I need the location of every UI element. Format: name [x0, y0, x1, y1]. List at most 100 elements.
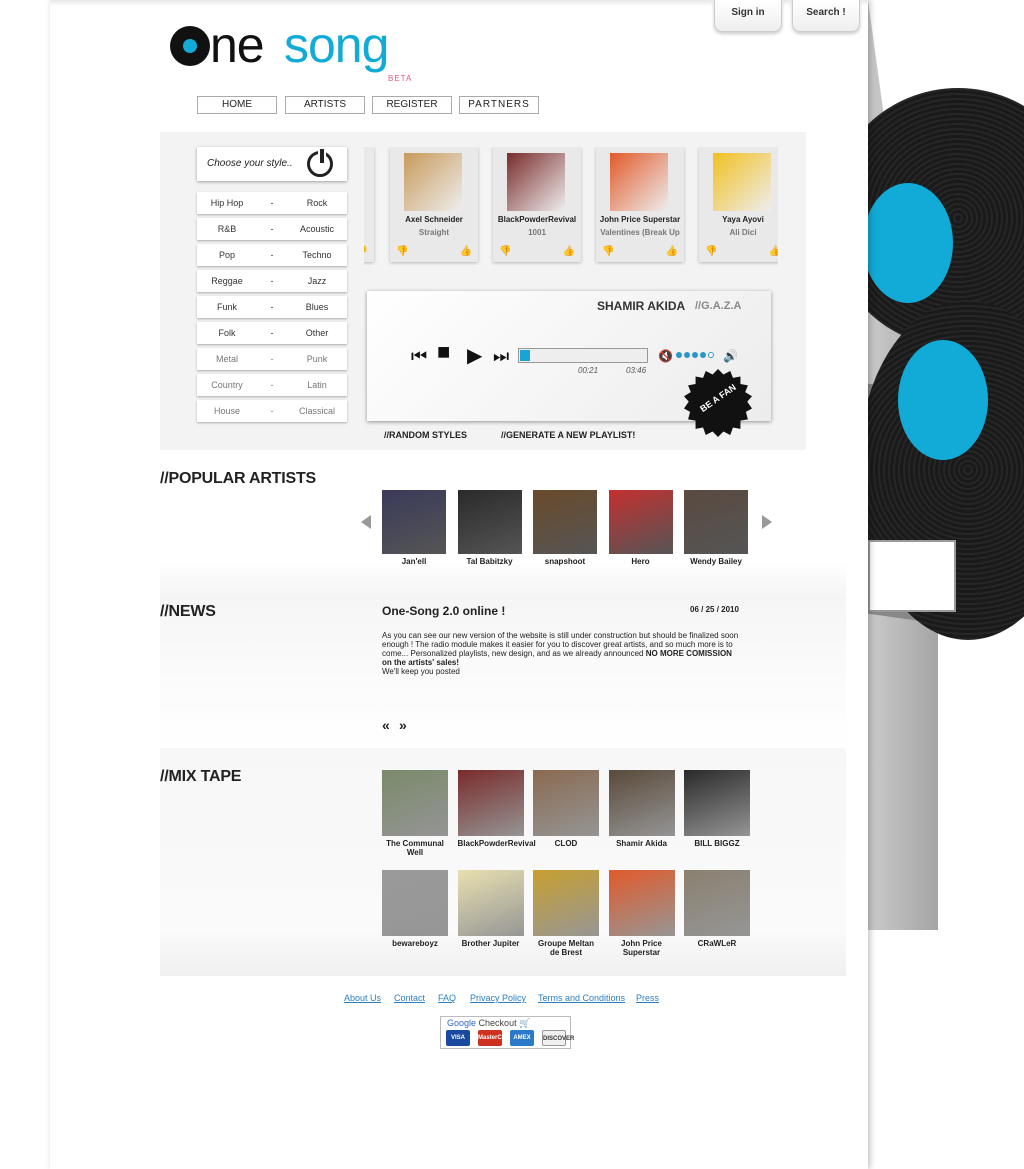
arrow-right-icon[interactable]: [762, 515, 772, 529]
progress-bar[interactable]: [518, 348, 648, 363]
popular-artist[interactable]: Hero: [608, 490, 673, 566]
volume-dot[interactable]: [684, 352, 690, 358]
thumb-down-icon[interactable]: 👎: [396, 246, 408, 257]
artist-photo[interactable]: [608, 490, 673, 554]
mixtape-artist-name[interactable]: BILL BIGGZ: [684, 839, 750, 848]
playlist-artist[interactable]: Axel Schneider: [390, 215, 478, 224]
artist-name[interactable]: Wendy Bailey: [684, 557, 748, 566]
mixtape-artist-name[interactable]: CRaWLeR: [684, 939, 750, 948]
style-option-right[interactable]: Classical: [287, 406, 347, 416]
mixtape-cover[interactable]: [684, 870, 750, 936]
album-cover-image[interactable]: [610, 153, 668, 211]
thumb-down-icon[interactable]: 👎: [705, 246, 717, 257]
playlist-artist[interactable]: BlackPowderRevival: [493, 215, 581, 224]
mixtape-item[interactable]: CRaWLeR: [684, 870, 750, 948]
thumb-down-icon[interactable]: 👎: [602, 246, 614, 257]
style-option-left[interactable]: Metal: [197, 354, 257, 364]
style-option-right[interactable]: Blues: [287, 302, 347, 312]
playlist-artist[interactable]: Yaya Ayovi: [699, 215, 778, 224]
thumb-up-icon[interactable]: 👍: [460, 246, 472, 257]
style-option-right[interactable]: Other: [287, 328, 347, 338]
next-icon[interactable]: ⏭: [493, 347, 509, 365]
power-icon[interactable]: [307, 149, 333, 177]
artist-photo[interactable]: [382, 490, 446, 554]
thumb-up-icon[interactable]: 👍: [666, 246, 678, 257]
news-next-button[interactable]: »: [399, 717, 407, 733]
google-checkout-badge[interactable]: Google Checkout 🛒 VISA MasterCard AMEX DISC…: [440, 1016, 574, 1049]
playlist-card[interactable]: BlackPowderRevival 1001 👎 👍: [493, 147, 581, 262]
mixtape-cover[interactable]: [533, 870, 599, 936]
album-cover-image[interactable]: [507, 153, 565, 211]
volume-dot[interactable]: [676, 352, 682, 358]
style-option-left[interactable]: Hip Hop: [197, 198, 257, 208]
style-option-right[interactable]: Latin: [287, 380, 347, 390]
artist-name[interactable]: Jan'ell: [382, 557, 446, 566]
news-prev-button[interactable]: «: [382, 717, 390, 733]
mixtape-item[interactable]: bewareboyz: [382, 870, 448, 948]
artist-name[interactable]: Hero: [609, 557, 673, 566]
artist-photo[interactable]: [684, 490, 748, 554]
mixtape-artist-name[interactable]: Groupe Meltan de Brest: [533, 939, 599, 957]
mixtape-artist-name[interactable]: BlackPowderRevival: [458, 839, 536, 848]
popular-artist[interactable]: Wendy Bailey: [684, 490, 748, 566]
volume-dot[interactable]: [692, 352, 698, 358]
artist-photo[interactable]: [533, 490, 597, 554]
playlist-artist[interactable]: John Price Superstar: [596, 215, 684, 224]
mixtape-cover[interactable]: [533, 770, 599, 836]
style-option-left[interactable]: R&B: [197, 224, 257, 234]
mixtape-artist-name[interactable]: bewareboyz: [382, 939, 448, 948]
volume-icon[interactable]: 🔊: [723, 349, 738, 363]
footer-link[interactable]: Contact: [394, 993, 425, 1003]
volume-dot[interactable]: [708, 352, 714, 358]
stop-icon[interactable]: ■: [437, 341, 450, 363]
random-styles-link[interactable]: //RANDOM STYLES: [384, 430, 467, 440]
news-headline[interactable]: One-Song 2.0 online !: [382, 604, 505, 618]
mixtape-cover[interactable]: [457, 870, 524, 936]
nav-partners[interactable]: PARTNERS: [459, 96, 539, 114]
style-option-left[interactable]: House: [197, 406, 257, 416]
nav-artists[interactable]: ARTISTS: [285, 96, 365, 114]
album-cover-image[interactable]: [713, 153, 771, 211]
artist-photo[interactable]: [457, 490, 522, 554]
thumb-down-icon[interactable]: 👎: [364, 246, 368, 257]
mixtape-artist-name[interactable]: John Price Superstar: [609, 939, 675, 957]
playlist-card[interactable]: John Price Superstar Valentines (Break Up…: [596, 147, 684, 262]
style-option-right[interactable]: Acoustic: [287, 224, 347, 234]
album-cover-image[interactable]: [404, 153, 462, 211]
style-option-right[interactable]: Punk: [287, 354, 347, 364]
style-option-right[interactable]: Techno: [287, 250, 347, 260]
sign-in-button[interactable]: Sign in: [714, 0, 782, 32]
nav-home[interactable]: HOME: [197, 96, 277, 114]
mixtape-artist-name[interactable]: The Communal Well: [382, 839, 448, 857]
footer-link[interactable]: Terms and Conditions: [538, 993, 625, 1003]
footer-link[interactable]: FAQ: [438, 993, 456, 1003]
footer-link[interactable]: Press: [636, 993, 659, 1003]
volume-dot[interactable]: [700, 352, 706, 358]
previous-icon[interactable]: ⏮: [411, 347, 427, 365]
mute-icon[interactable]: 🔇: [658, 349, 673, 363]
thumb-up-icon[interactable]: 👍: [769, 246, 778, 257]
mixtape-item[interactable]: Brother Jupiter: [457, 870, 524, 948]
volume-slider[interactable]: [676, 352, 714, 358]
mixtape-item[interactable]: BILL BIGGZ: [684, 770, 750, 848]
mixtape-item[interactable]: BlackPowderRevival: [457, 770, 536, 848]
mixtape-cover[interactable]: [382, 770, 448, 836]
mixtape-cover[interactable]: [608, 770, 675, 836]
arrow-left-icon[interactable]: [361, 515, 371, 529]
mixtape-cover[interactable]: [382, 870, 448, 936]
mixtape-artist-name[interactable]: CLOD: [533, 839, 599, 848]
playlist-card[interactable]: Axel Schneider Straight 👎 👍: [390, 147, 478, 262]
style-option-right[interactable]: Rock: [287, 198, 347, 208]
mixtape-item[interactable]: Groupe Meltan de Brest: [533, 870, 599, 957]
style-option-left[interactable]: Folk: [197, 328, 257, 338]
mixtape-item[interactable]: CLOD: [533, 770, 599, 848]
popular-artist[interactable]: Tal Babitzky: [457, 490, 522, 566]
now-playing-artist[interactable]: SHAMIR AKIDA: [597, 299, 685, 313]
artist-name[interactable]: Tal Babitzky: [458, 557, 522, 566]
thumb-up-icon[interactable]: 👍: [563, 246, 575, 257]
now-playing-album[interactable]: //G.A.Z.A: [695, 300, 741, 312]
playlist-card[interactable]: Yaya Ayovi Ali Dici 👎 👍: [699, 147, 778, 262]
mixtape-item[interactable]: John Price Superstar: [608, 870, 675, 957]
artist-name[interactable]: snapshoot: [533, 557, 597, 566]
style-option-left[interactable]: Pop: [197, 250, 257, 260]
